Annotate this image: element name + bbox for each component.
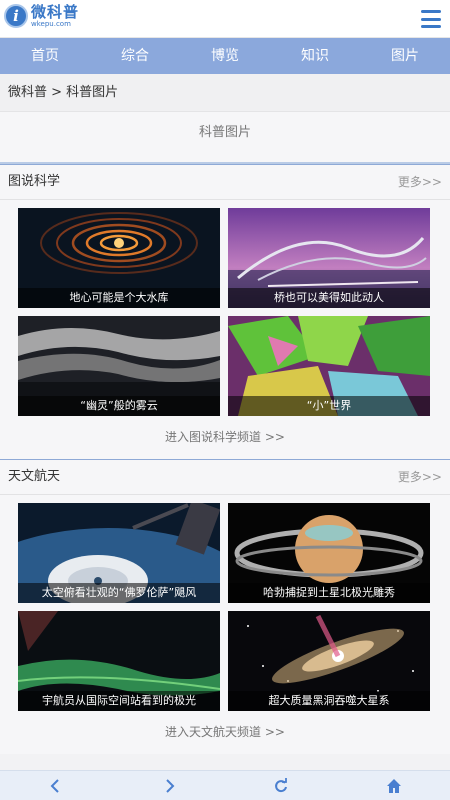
card-caption: 桥也可以美得如此动人 — [228, 288, 430, 308]
image-card[interactable]: 哈勃捕捉到土星北极光雕秀 — [228, 503, 430, 603]
refresh-button[interactable] — [225, 771, 338, 800]
card-caption: “幽灵”般的雾云 — [18, 396, 220, 416]
section-header: 天文航天 更多>> — [0, 459, 450, 495]
card-caption: 宇航员从国际空间站看到的极光 — [18, 691, 220, 711]
refresh-icon — [275, 777, 288, 792]
image-card[interactable]: 地心可能是个大水库 — [18, 208, 220, 308]
image-grid: 地心可能是个大水库 桥也可以美得如此动人 “幽灵”般的雾云 “小”世界 — [0, 200, 450, 416]
logo-domain: wkepu.com — [31, 19, 71, 28]
nav-item-home[interactable]: 首页 — [0, 38, 90, 74]
page-title: 科普图片 — [0, 112, 450, 164]
nav-item-expo[interactable]: 博览 — [180, 38, 270, 74]
section-title: 图说科学 — [8, 174, 61, 189]
channel-link[interactable]: 进入天文航天频道 >> — [0, 711, 450, 754]
image-card[interactable]: 超大质量黑洞吞噬大星系 — [228, 611, 430, 711]
section-science-pictures: 图说科学 更多>> 地心可能是个大水库 桥也可以美得如此动人 “幽灵”般的雾云 … — [0, 164, 450, 459]
image-card[interactable]: 太空俯看壮观的“佛罗伦萨”飓风 — [18, 503, 220, 603]
image-card[interactable]: “幽灵”般的雾云 — [18, 316, 220, 416]
card-caption: 地心可能是个大水库 — [18, 288, 220, 308]
site-logo[interactable]: i 微科普 wkepu.com — [4, 4, 79, 28]
nav-item-knowledge[interactable]: 知识 — [270, 38, 360, 74]
card-caption: 太空俯看壮观的“佛罗伦萨”飓风 — [18, 583, 220, 603]
main-nav: 首页 综合 博览 知识 图片 — [0, 38, 450, 74]
top-bar: i 微科普 wkepu.com — [0, 0, 450, 38]
image-card[interactable]: 桥也可以美得如此动人 — [228, 208, 430, 308]
section-header: 图说科学 更多>> — [0, 164, 450, 200]
section-astronomy: 天文航天 更多>> 太空俯看壮观的“佛罗伦萨”飓风 哈勃捕捉到土星北极光雕秀 宇… — [0, 459, 450, 754]
back-button[interactable] — [0, 771, 113, 800]
image-card[interactable]: 宇航员从国际空间站看到的极光 — [18, 611, 220, 711]
card-caption: 哈勃捕捉到土星北极光雕秀 — [228, 583, 430, 603]
menu-icon[interactable] — [421, 10, 441, 28]
image-card[interactable]: “小”世界 — [228, 316, 430, 416]
section-title: 天文航天 — [8, 469, 61, 484]
bottom-toolbar — [0, 770, 450, 800]
home-icon — [386, 778, 401, 793]
breadcrumb: 微科普 > 科普图片 — [0, 74, 450, 112]
logo-icon: i — [4, 4, 28, 28]
forward-button[interactable] — [113, 771, 226, 800]
nav-item-general[interactable]: 综合 — [90, 38, 180, 74]
back-arrow-icon — [50, 778, 59, 793]
forward-arrow-icon — [166, 778, 175, 793]
channel-link[interactable]: 进入图说科学频道 >> — [0, 416, 450, 459]
logo-name: 微科普 — [31, 2, 80, 21]
home-button[interactable] — [338, 771, 450, 800]
image-grid: 太空俯看壮观的“佛罗伦萨”飓风 哈勃捕捉到土星北极光雕秀 宇航员从国际空间站看到… — [0, 495, 450, 711]
nav-item-pictures[interactable]: 图片 — [360, 38, 450, 74]
card-caption: “小”世界 — [228, 396, 430, 416]
card-caption: 超大质量黑洞吞噬大星系 — [228, 691, 430, 711]
more-link[interactable]: 更多>> — [398, 460, 442, 494]
more-link[interactable]: 更多>> — [398, 165, 442, 199]
